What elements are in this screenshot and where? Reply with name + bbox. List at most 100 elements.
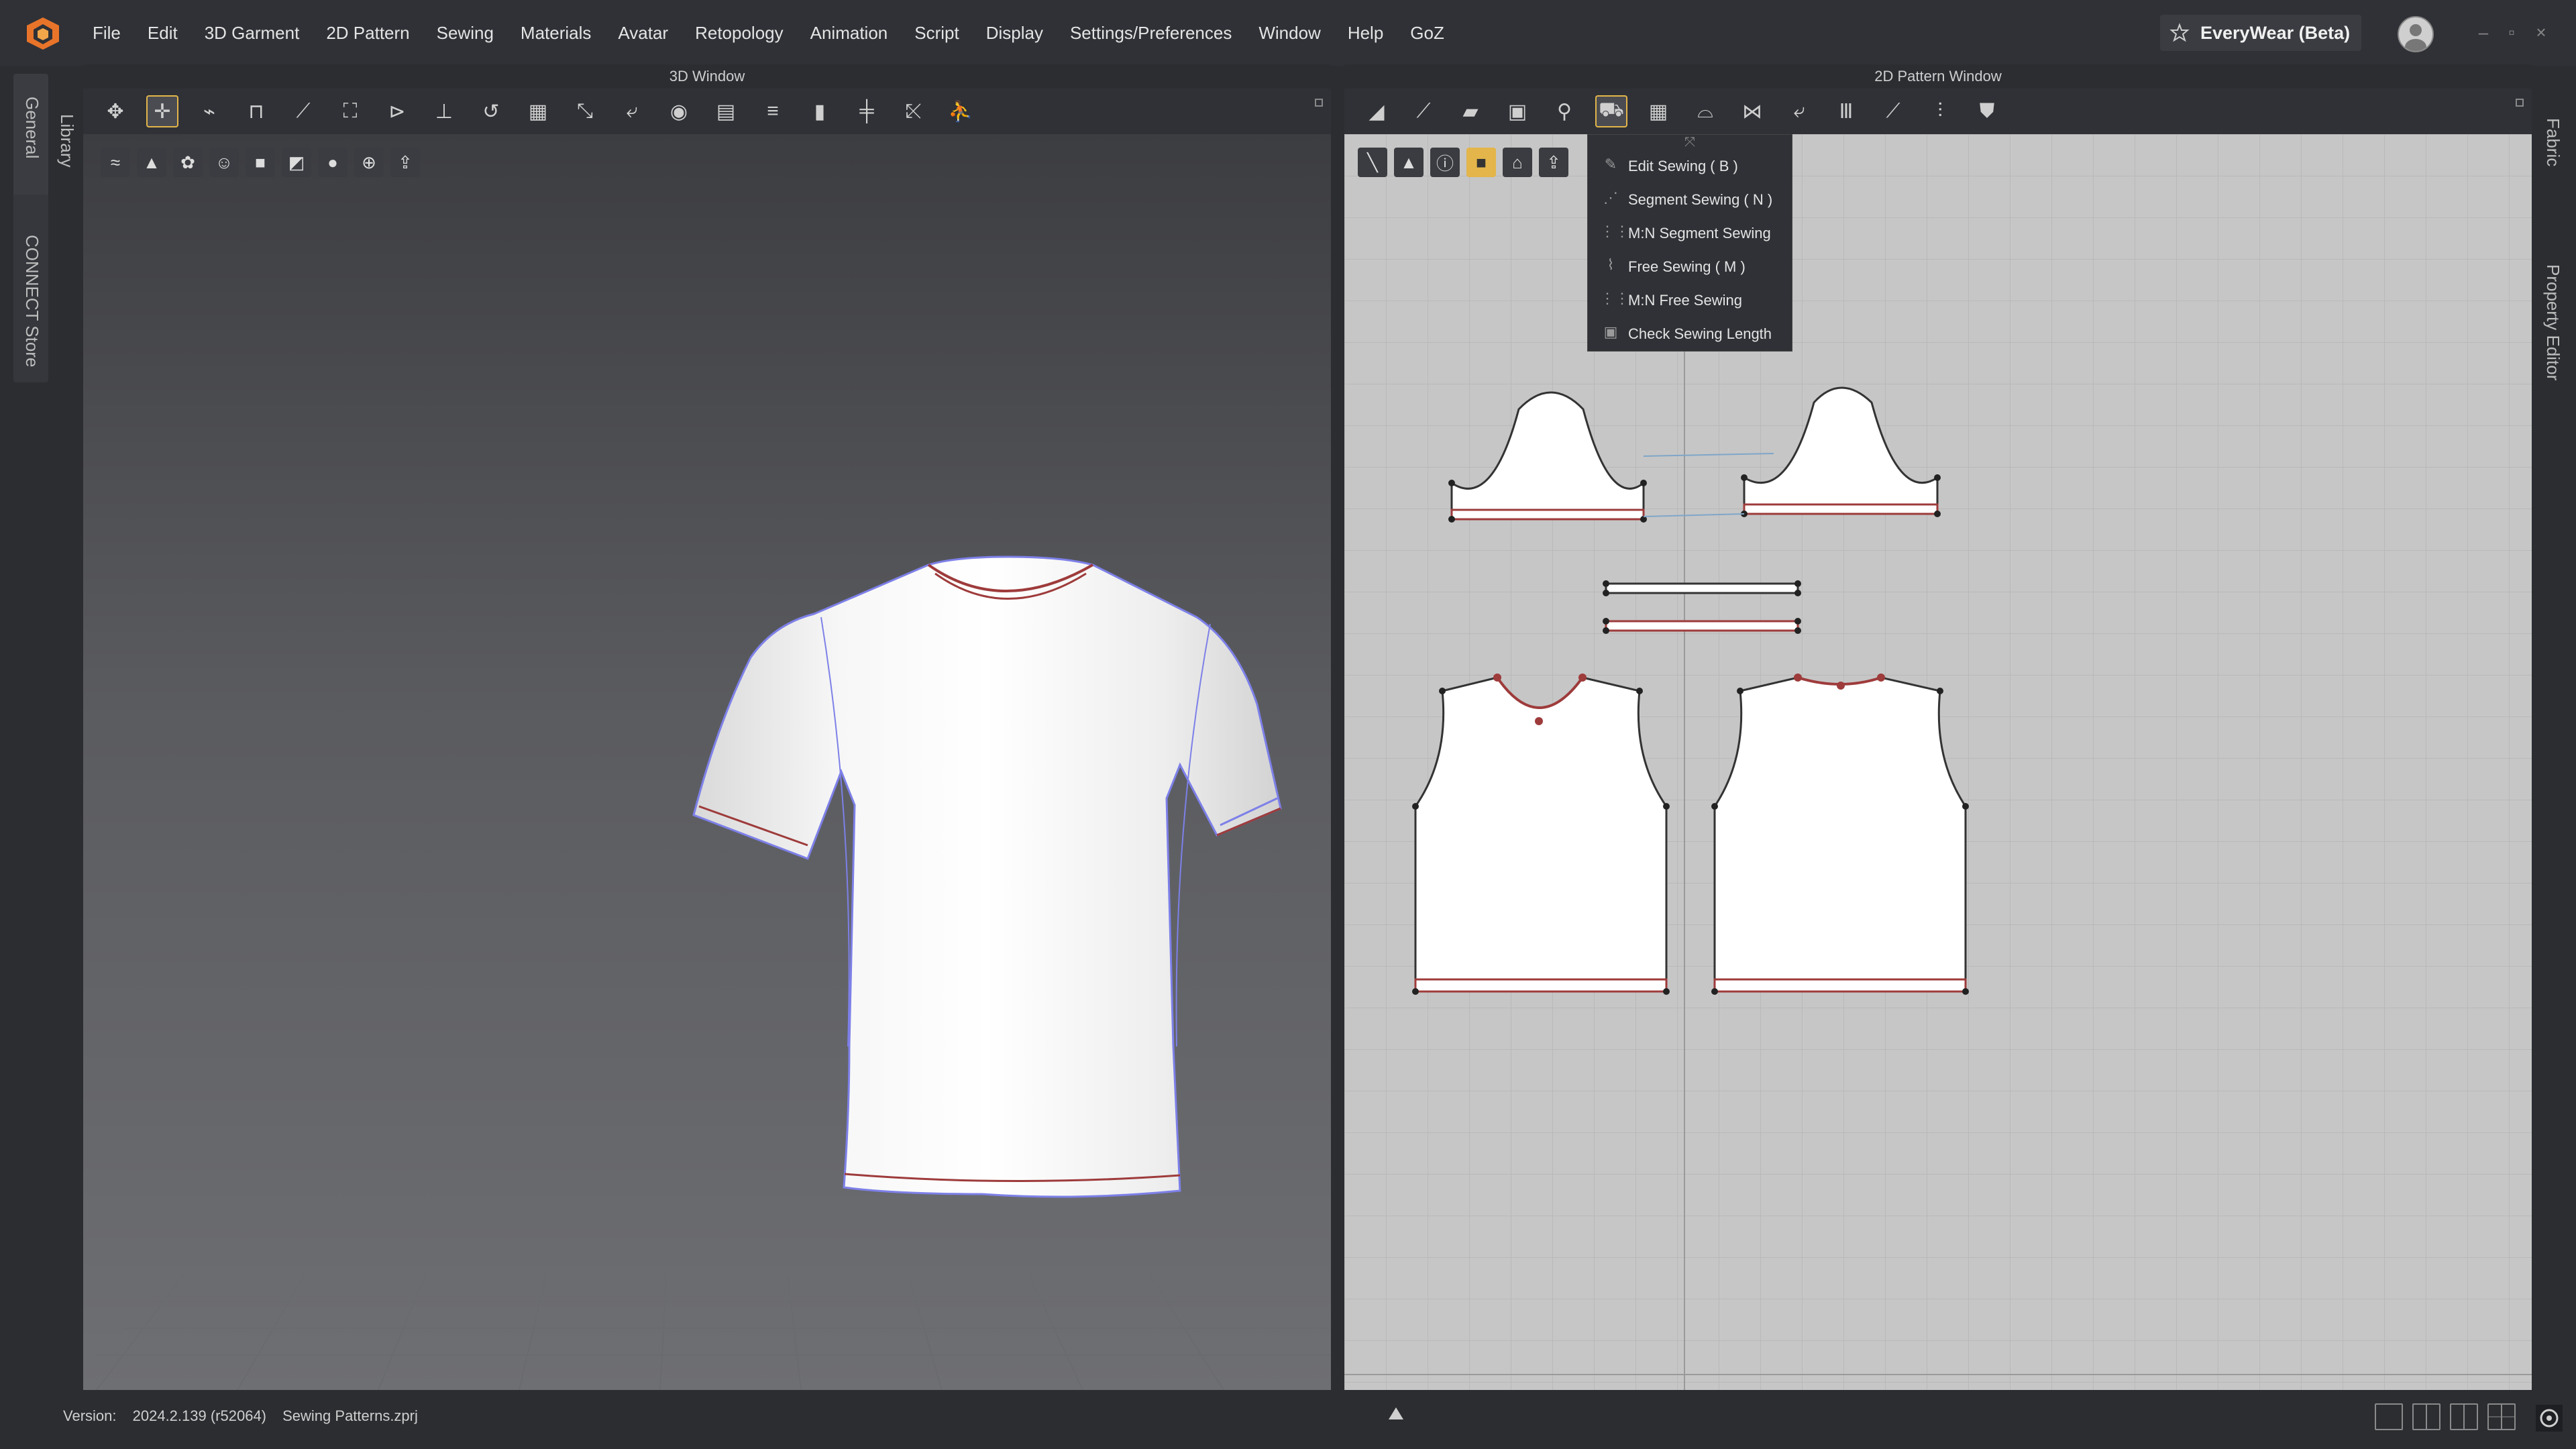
sleeve-right-piece[interactable] [1741, 386, 1941, 517]
edit-pattern-3d-icon[interactable]: ⟋ [287, 95, 319, 127]
toolbar-2d: ◢ ⟋ ▰ ▣ ⚲ ⛟ ▦ ⌓ ⋈ ⤶ Ⅲ ⟋ ⫶ ⛊ [1344, 89, 2532, 134]
align-icon[interactable]: ╪ [851, 95, 883, 127]
window3d-expand-icon[interactable] [1315, 97, 1326, 107]
menu-item-segment-sewing[interactable]: ⋰ Segment Sewing ( N ) [1588, 183, 1792, 217]
tab-library[interactable]: Library [56, 114, 77, 167]
menu-window[interactable]: Window [1245, 0, 1334, 66]
workspace-selector[interactable]: EveryWear (Beta) [2160, 15, 2361, 51]
menu-animation[interactable]: Animation [797, 0, 902, 66]
button-tool-icon[interactable]: ◉ [663, 95, 695, 127]
fabric-display-icon[interactable]: ✿ [173, 148, 203, 177]
menu-sewing[interactable]: Sewing [423, 0, 507, 66]
sewing-3d-icon[interactable]: ↺ [475, 95, 507, 127]
rectangle-icon[interactable]: ▣ [1501, 95, 1534, 127]
menu-item-free-sewing[interactable]: ⌇ Free Sewing ( M ) [1588, 250, 1792, 284]
menu-3d-garment[interactable]: 3D Garment [191, 0, 313, 66]
close-button[interactable]: × [2529, 20, 2553, 44]
select-mesh-icon[interactable]: ⌁ [193, 95, 225, 127]
dropdown-pin-icon[interactable]: ⤧ [1588, 135, 1792, 150]
layout-quad-icon[interactable] [2487, 1403, 2516, 1430]
menu-item-edit-sewing[interactable]: ✎ Edit Sewing ( B ) [1588, 150, 1792, 183]
neckband-piece-2[interactable] [1603, 618, 1801, 634]
avatar-pose-icon[interactable]: ⛹ [945, 95, 977, 127]
pin-icon[interactable]: ⊥ [428, 95, 460, 127]
trim-icon[interactable]: ▮ [804, 95, 836, 127]
grid-pattern-icon[interactable]: ▦ [1642, 95, 1674, 127]
menu-item-mn-free-sewing[interactable]: ⋮⋮ M:N Free Sewing [1588, 284, 1792, 317]
menu-settings[interactable]: Settings/Preferences [1057, 0, 1245, 66]
simulation-icon[interactable]: ≈ [101, 148, 130, 177]
minimize-button[interactable]: – [2471, 20, 2496, 44]
texture-icon[interactable]: ■ [246, 148, 275, 177]
app-logo-icon[interactable] [24, 16, 62, 51]
layout-triple-icon[interactable] [2450, 1403, 2478, 1430]
pattern-view-2d[interactable]: ╲ ▲ ⓘ ■ ⌂ ⇪ [1344, 134, 2532, 1390]
garment-icon[interactable]: ▲ [137, 148, 166, 177]
tab-connect-store[interactable]: CONNECT Store [13, 195, 48, 382]
menu-2d-pattern[interactable]: 2D Pattern [313, 0, 423, 66]
menu-item-check-sewing-length[interactable]: ▣ Check Sewing Length [1588, 317, 1792, 351]
menu-help[interactable]: Help [1334, 0, 1397, 66]
tab-general[interactable]: General [13, 74, 48, 201]
select-move-tool-icon[interactable]: ✛ [146, 95, 178, 127]
tab-general-label: General [22, 97, 42, 159]
avatar-display-icon[interactable]: ☺ [209, 148, 239, 177]
sleeve-left-piece[interactable] [1448, 391, 1647, 523]
back-body-piece[interactable] [1711, 674, 1969, 995]
menu-item-mn-segment-sewing[interactable]: ⋮⋮ M:N Segment Sewing [1588, 217, 1792, 250]
front-body-piece[interactable] [1412, 674, 1670, 995]
menu-file[interactable]: File [79, 0, 134, 66]
menu-materials[interactable]: Materials [507, 0, 604, 66]
symmetry-icon[interactable]: ⫶ [1924, 95, 1956, 127]
garment-fit-icon[interactable]: ⛶ [334, 95, 366, 127]
menu-script[interactable]: Script [901, 0, 972, 66]
sewing-connection-line [1643, 453, 1774, 457]
tab-fabric[interactable]: Fabric [2542, 118, 2563, 166]
toolbar-3d: ✥ ✛ ⌁ ⊓ ⟋ ⛶ ⊳ ⊥ ↺ ▦ ⤡ ⤶ ◉ ▤ ≡ ▮ ╪ ⤪ ⛹ [83, 89, 1331, 134]
fold-icon[interactable]: ⌓ [1689, 95, 1721, 127]
polygon-icon[interactable]: ▰ [1454, 95, 1487, 127]
expand-panel-icon[interactable] [1387, 1406, 1405, 1421]
user-icon [2405, 24, 2426, 51]
seam-allowance-icon[interactable]: ⤶ [1783, 95, 1815, 127]
grid-tool-icon[interactable]: ▦ [522, 95, 554, 127]
menu-goz[interactable]: GoZ [1397, 0, 1458, 66]
version-label: Version: [63, 1407, 117, 1424]
neckband-piece[interactable] [1603, 580, 1801, 596]
pan-tool-icon[interactable]: ✥ [99, 95, 131, 127]
internal-polygon-icon[interactable]: ⚲ [1548, 95, 1580, 127]
cut-icon[interactable]: ⤪ [898, 95, 930, 127]
user-avatar[interactable] [2398, 16, 2434, 52]
tshirt-3d-model[interactable] [606, 423, 1358, 1214]
window2d-expand-icon[interactable] [2516, 97, 2526, 107]
tab-property-editor[interactable]: Property Editor [2542, 264, 2563, 380]
avatar-silhouette-icon[interactable]: ● [318, 148, 347, 177]
menu-display[interactable]: Display [973, 0, 1057, 66]
shading-icon[interactable]: ◩ [282, 148, 311, 177]
sewing-tool-icon[interactable]: ⛟ [1595, 95, 1627, 127]
menu-item-label: Edit Sewing ( B ) [1628, 158, 1738, 174]
garment-2d-icon[interactable]: ⛊ [1971, 95, 2003, 127]
maximize-button[interactable]: ▫ [2500, 20, 2524, 44]
camera-reset-icon[interactable] [2536, 1405, 2563, 1432]
tack-icon[interactable]: ⋈ [1736, 95, 1768, 127]
tuck-icon[interactable]: ⊳ [381, 95, 413, 127]
viewport-3d[interactable] [83, 134, 1331, 1390]
measure-icon[interactable]: ⤡ [569, 95, 601, 127]
transform-pattern-icon[interactable]: ◢ [1360, 95, 1393, 127]
menu-edit[interactable]: Edit [134, 0, 191, 66]
layout-single-icon[interactable] [2375, 1403, 2403, 1430]
edit-pattern-icon[interactable]: ⟋ [1407, 95, 1440, 127]
layout-split-icon[interactable] [2412, 1403, 2440, 1430]
seamline-icon[interactable]: ⤶ [616, 95, 648, 127]
menu-retopology[interactable]: Retopology [682, 0, 797, 66]
pleat-icon[interactable]: Ⅲ [1830, 95, 1862, 127]
topstitch-icon[interactable]: ≡ [757, 95, 789, 127]
ruler-icon[interactable]: ⟋ [1877, 95, 1909, 127]
menu-avatar[interactable]: Avatar [604, 0, 682, 66]
fold-arrangement-icon[interactable]: ⊓ [240, 95, 272, 127]
zipper-icon[interactable]: ▤ [710, 95, 742, 127]
globe-icon[interactable]: ⊕ [354, 148, 384, 177]
export-icon[interactable]: ⇪ [390, 148, 420, 177]
floor-grid [96, 1275, 1331, 1390]
